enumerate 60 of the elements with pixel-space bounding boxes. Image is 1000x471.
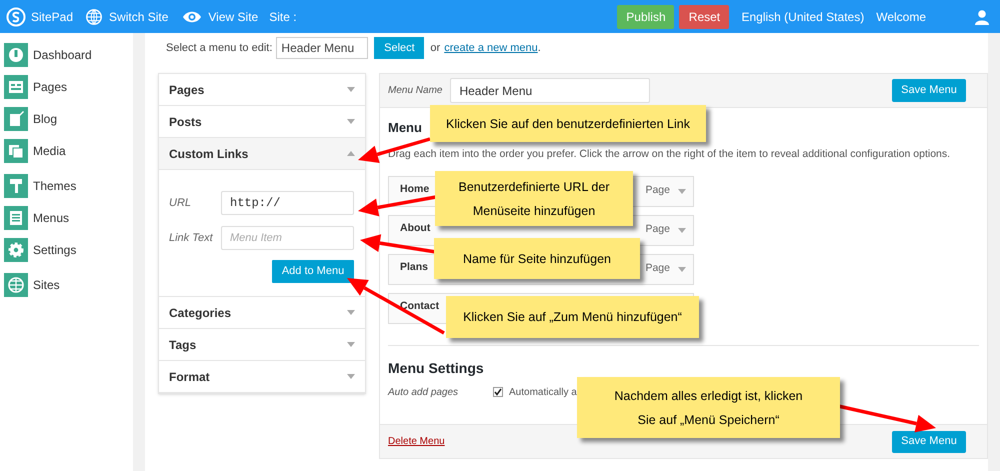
auto-add-checkbox[interactable] bbox=[493, 387, 503, 398]
accordion-header[interactable]: Pages bbox=[159, 74, 365, 106]
or-text: or bbox=[430, 40, 440, 56]
auto-add-text: Automatically a bbox=[509, 386, 577, 400]
settings-heading: Menu Settings bbox=[388, 358, 485, 378]
caret-icon bbox=[678, 228, 686, 233]
eye-icon bbox=[182, 10, 202, 24]
caret-icon bbox=[347, 342, 355, 347]
url-label: URL bbox=[169, 196, 192, 211]
create-menu-link[interactable]: create a new menu bbox=[444, 40, 538, 56]
period-text: . bbox=[538, 40, 541, 56]
menus-icon bbox=[4, 205, 28, 231]
sidebar-item[interactable]: Media bbox=[4, 138, 133, 164]
pages-icon bbox=[4, 74, 28, 100]
url-field[interactable]: http:// bbox=[221, 191, 354, 215]
callout-tooltip: Benutzerdefinierte URL der Menüseite hinzufügen bbox=[435, 171, 633, 226]
menu-name-label: Menu Name bbox=[388, 84, 442, 98]
sites-icon bbox=[4, 272, 28, 298]
user-icon[interactable] bbox=[974, 8, 990, 24]
menu-select[interactable]: Header Menu bbox=[276, 37, 368, 59]
welcome-text: Welcome bbox=[876, 8, 926, 26]
accordion-header[interactable]: Posts bbox=[159, 106, 365, 138]
caret-icon bbox=[347, 310, 355, 315]
callout-tooltip: Klicken Sie auf „Zum Menü hinzufügen“ bbox=[446, 296, 699, 338]
accordion-header[interactable]: Categories bbox=[159, 297, 365, 329]
caret-icon bbox=[347, 374, 355, 379]
blog-icon bbox=[4, 106, 28, 132]
reset-button[interactable]: Reset bbox=[679, 4, 730, 28]
caret-icon bbox=[347, 119, 355, 124]
sidebar-item[interactable]: Blog bbox=[4, 106, 133, 132]
themes-icon bbox=[4, 173, 28, 199]
caret-icon bbox=[347, 87, 355, 92]
link-text-label: Link Text bbox=[169, 230, 214, 246]
sidebar-item[interactable]: Settings bbox=[4, 237, 133, 263]
dashboard-icon bbox=[4, 42, 28, 68]
select-label: Select a menu to edit: bbox=[166, 40, 272, 56]
caret-icon bbox=[347, 151, 355, 156]
accordion-header[interactable]: Custom Links bbox=[159, 138, 365, 170]
settings-icon bbox=[4, 237, 28, 263]
media-icon bbox=[4, 138, 28, 164]
sidebar-item[interactable]: Dashboard bbox=[4, 42, 133, 68]
auto-add-label: Auto add pages bbox=[388, 386, 460, 400]
caret-icon bbox=[678, 266, 686, 272]
menu-name-field[interactable]: Header Menu bbox=[450, 78, 650, 103]
delete-menu-link[interactable]: Delete Menu bbox=[388, 434, 445, 449]
sidebar-item[interactable]: Sites bbox=[4, 272, 133, 298]
accordion-header[interactable]: Tags bbox=[159, 329, 365, 361]
link-text-field[interactable]: Menu Item bbox=[221, 226, 354, 250]
sidebar-item[interactable]: Menus bbox=[4, 205, 133, 231]
callout-tooltip: Nachdem alles erledigt ist, klicken Sie auf „Menü Speichern“ bbox=[577, 377, 840, 438]
globe-icon bbox=[85, 8, 104, 26]
sidebar-item[interactable]: Themes bbox=[4, 173, 133, 199]
site-label: Site : bbox=[269, 8, 297, 26]
logo-icon bbox=[6, 6, 26, 26]
accordion-header[interactable]: Format bbox=[159, 361, 365, 393]
sidebar-item[interactable]: Pages bbox=[4, 74, 133, 100]
section-heading: Menu bbox=[388, 119, 422, 137]
caret-icon bbox=[678, 188, 686, 194]
callout-tooltip: Name für Seite hinzufügen bbox=[434, 238, 640, 279]
callout-tooltip: Klicken Sie auf den benutzerdefinierten Link bbox=[430, 105, 706, 142]
